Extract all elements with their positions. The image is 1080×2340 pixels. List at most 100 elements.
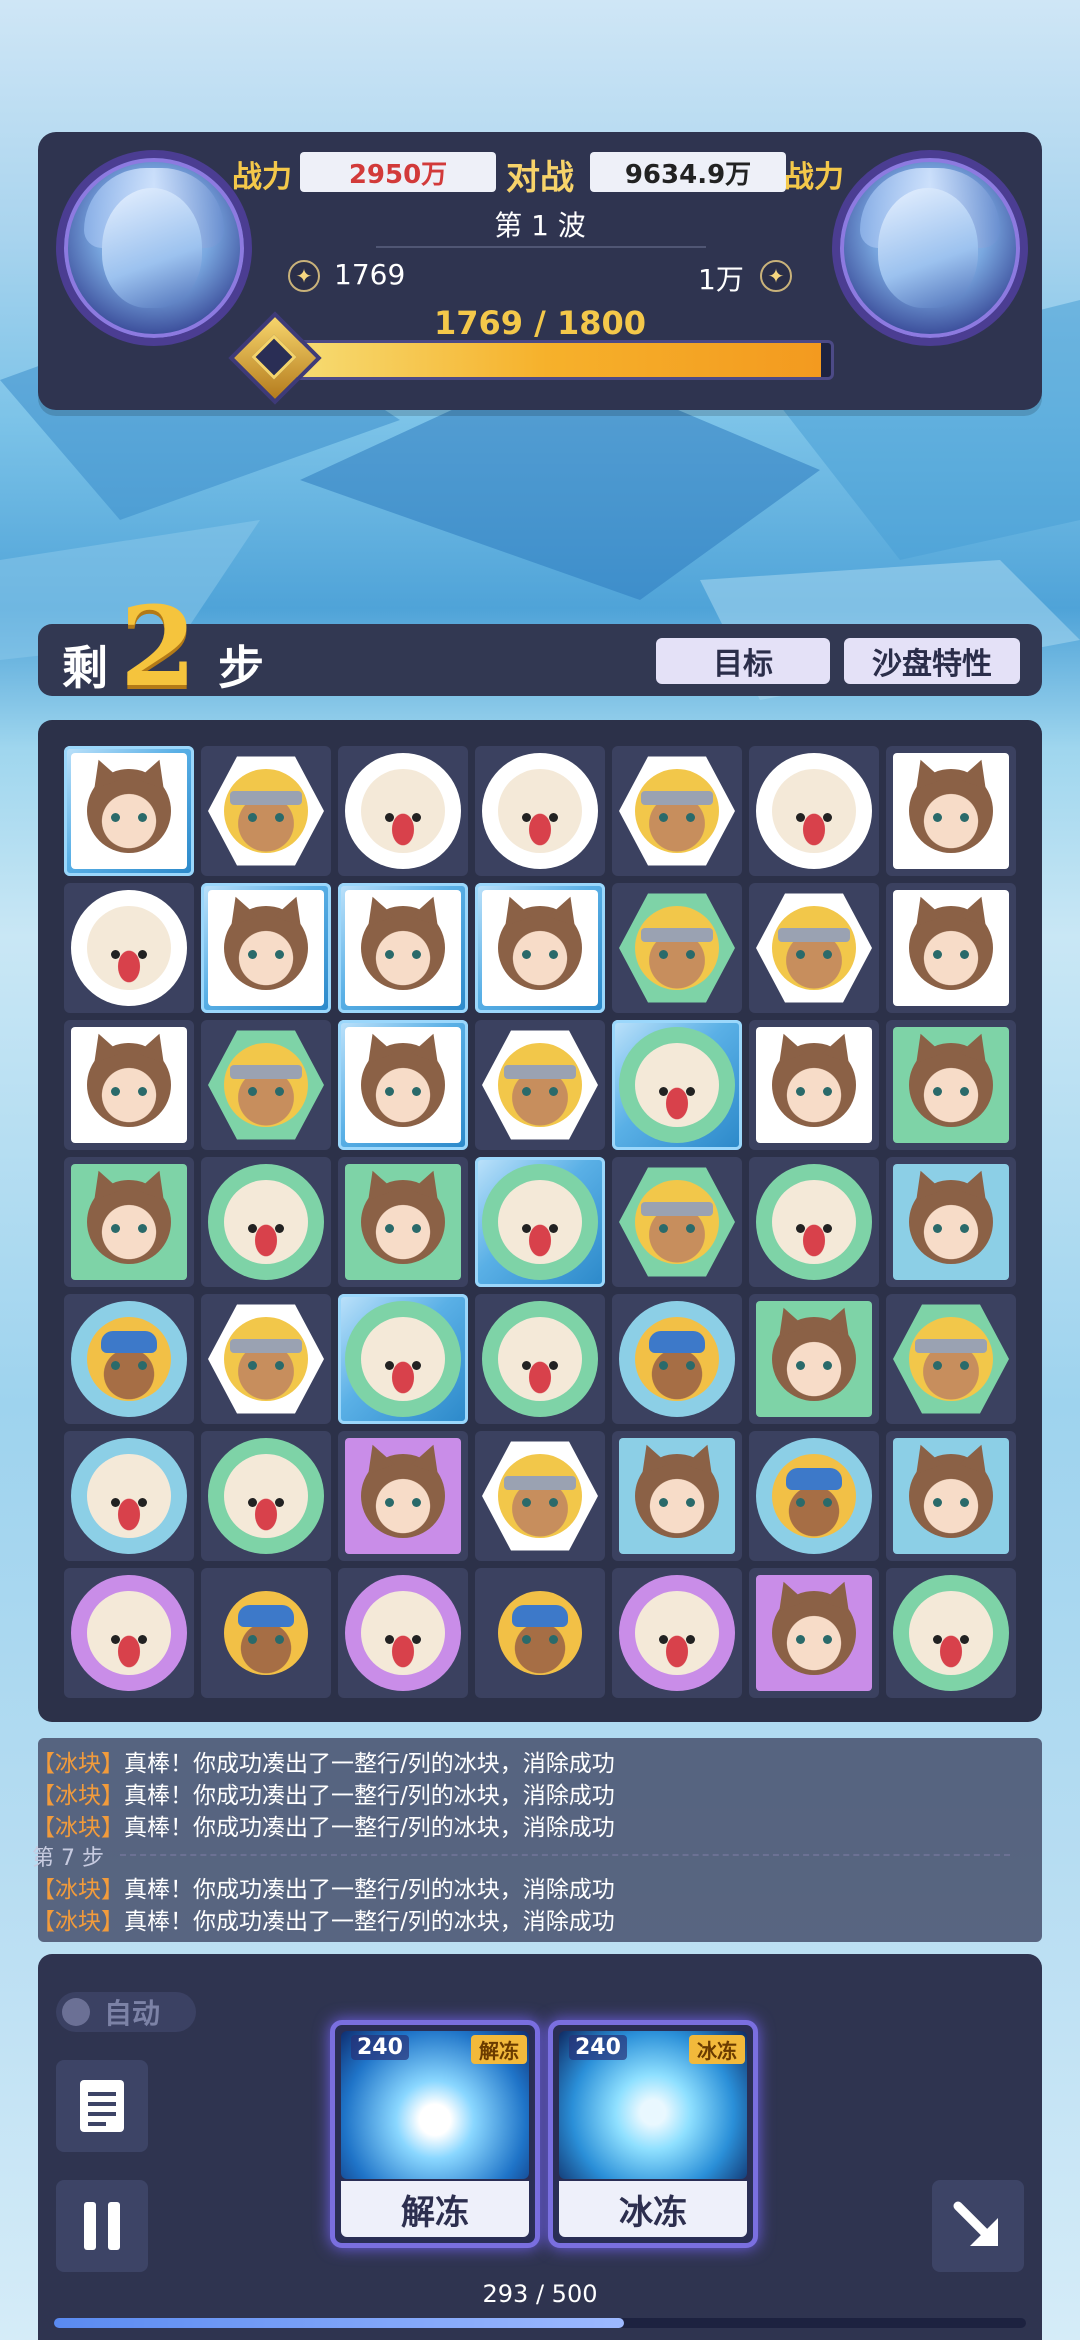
dog-face-icon	[772, 1180, 856, 1264]
skill-card-freeze[interactable]: 240 冰冻 冰冻	[548, 2020, 758, 2248]
tile-cat	[71, 1164, 187, 1280]
board-cell[interactable]	[612, 1431, 742, 1561]
board-cell[interactable]	[64, 1020, 194, 1150]
auto-toggle[interactable]: 自动	[56, 1992, 196, 2032]
board-cell[interactable]	[475, 746, 605, 876]
board-cell[interactable]	[749, 1020, 879, 1150]
tile-dog	[345, 753, 461, 869]
board-cell[interactable]	[749, 746, 879, 876]
board-cell[interactable]	[749, 1431, 879, 1561]
board-cell[interactable]	[201, 1568, 331, 1698]
board-cell[interactable]	[64, 1294, 194, 1424]
board-cell[interactable]	[475, 1157, 605, 1287]
board-cell[interactable]	[338, 1568, 468, 1698]
skill-card-thaw[interactable]: 240 解冻 解冻	[330, 2020, 540, 2248]
board-cell[interactable]	[886, 1157, 1016, 1287]
board-cell[interactable]	[338, 1294, 468, 1424]
cat-face-icon	[87, 769, 171, 853]
board-cell[interactable]	[886, 1294, 1016, 1424]
tile-girl	[208, 756, 324, 866]
cat-face-icon	[909, 1043, 993, 1127]
tile-cat	[208, 890, 324, 1006]
board-cell[interactable]	[886, 746, 1016, 876]
board-cell[interactable]	[64, 1157, 194, 1287]
cat-face-icon	[909, 769, 993, 853]
tile-cat	[345, 890, 461, 1006]
log-button[interactable]	[56, 2060, 148, 2152]
board-cell[interactable]	[886, 883, 1016, 1013]
board-cell[interactable]	[612, 1568, 742, 1698]
board-cell[interactable]	[749, 1568, 879, 1698]
board-cell[interactable]	[475, 1020, 605, 1150]
log-entry: 【冰块】真棒！你成功凑出了一整行/列的冰块，消除成功	[32, 1815, 615, 1841]
collapse-button[interactable]	[932, 2180, 1024, 2272]
dog-face-icon	[87, 906, 171, 990]
tile-helm	[619, 1301, 735, 1417]
dog-face-icon	[87, 1591, 171, 1675]
board-cell[interactable]	[475, 1568, 605, 1698]
board-cell[interactable]	[64, 883, 194, 1013]
vs-label: 对战	[506, 158, 574, 198]
tile-dog	[482, 1164, 598, 1280]
board-cell[interactable]	[612, 746, 742, 876]
board-cell[interactable]	[749, 883, 879, 1013]
dog-face-icon	[87, 1454, 171, 1538]
cat-face-icon	[361, 906, 445, 990]
dog-face-icon	[361, 1591, 445, 1675]
tile-dog	[345, 1575, 461, 1691]
skill-cost: 240	[351, 2035, 409, 2060]
auto-label: 自动	[104, 1997, 161, 2030]
board-cell[interactable]	[64, 746, 194, 876]
cat-face-icon	[772, 1591, 856, 1675]
board-cell[interactable]	[612, 1020, 742, 1150]
tile-dog	[208, 1438, 324, 1554]
board-cell[interactable]	[886, 1020, 1016, 1150]
dog-face-icon	[498, 1180, 582, 1264]
cat-face-icon	[498, 906, 582, 990]
tile-dog	[71, 1438, 187, 1554]
board-cell[interactable]	[749, 1294, 879, 1424]
energy-fill	[54, 2318, 624, 2328]
board-cell[interactable]	[338, 746, 468, 876]
board-cell[interactable]	[612, 1294, 742, 1424]
progress-text: 1769 / 1800	[433, 304, 647, 342]
board-cell[interactable]	[201, 1020, 331, 1150]
board-cell[interactable]	[612, 883, 742, 1013]
board-cell[interactable]	[612, 1157, 742, 1287]
board-cell[interactable]	[475, 1294, 605, 1424]
steps-suffix: 步	[218, 641, 264, 695]
girl-face-icon	[772, 906, 856, 990]
board-cell[interactable]	[64, 1568, 194, 1698]
tile-cat	[756, 1575, 872, 1691]
board-cell[interactable]	[201, 1157, 331, 1287]
board-cell[interactable]	[475, 1431, 605, 1561]
board-cell[interactable]	[338, 1157, 468, 1287]
energy-bar	[54, 2318, 1026, 2328]
board-cell[interactable]	[201, 746, 331, 876]
target-button[interactable]: 目标	[656, 638, 830, 684]
board-cell[interactable]	[64, 1431, 194, 1561]
board-cell[interactable]	[201, 1294, 331, 1424]
tile-helm	[71, 1301, 187, 1417]
board-cell[interactable]	[749, 1157, 879, 1287]
board-cell[interactable]	[338, 883, 468, 1013]
girl-face-icon	[635, 769, 719, 853]
tile-dog	[756, 1164, 872, 1280]
tile-girl	[208, 1030, 324, 1140]
steps-remaining: 2	[120, 582, 197, 711]
board-cell[interactable]	[338, 1431, 468, 1561]
wave-progress-bar	[268, 340, 834, 380]
tile-cat	[893, 753, 1009, 869]
helm-face-icon	[772, 1454, 856, 1538]
log-entry: 【冰块】真棒！你成功凑出了一整行/列的冰块，消除成功	[32, 1783, 615, 1809]
board-cell[interactable]	[338, 1020, 468, 1150]
tile-girl	[619, 893, 735, 1003]
board-cell[interactable]	[475, 883, 605, 1013]
board-cell[interactable]	[201, 883, 331, 1013]
tile-girl	[756, 893, 872, 1003]
board-cell[interactable]	[886, 1431, 1016, 1561]
pause-button[interactable]	[56, 2180, 148, 2272]
board-cell[interactable]	[886, 1568, 1016, 1698]
board-traits-button[interactable]: 沙盘特性	[844, 638, 1020, 684]
board-cell[interactable]	[201, 1431, 331, 1561]
